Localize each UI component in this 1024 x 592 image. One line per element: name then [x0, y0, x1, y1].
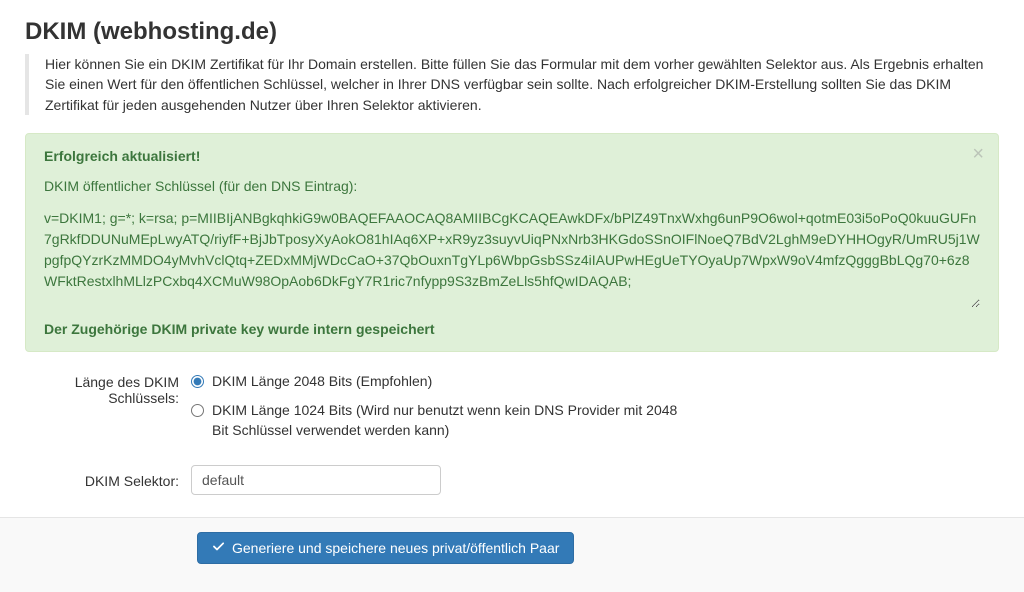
- close-icon[interactable]: ×: [972, 144, 984, 164]
- success-alert: × Erfolgreich aktualisiert! DKIM öffentl…: [25, 133, 999, 352]
- page-title: DKIM (webhosting.de): [25, 18, 999, 46]
- key-length-1024-option[interactable]: DKIM Länge 1024 Bits (Wird nur benutzt w…: [191, 401, 999, 440]
- intro-text: Hier können Sie ein DKIM Zertifikat für …: [25, 54, 999, 115]
- generate-button-label: Generiere und speichere neues privat/öff…: [232, 540, 559, 556]
- key-length-2048-text: DKIM Länge 2048 Bits (Empfohlen): [212, 372, 432, 392]
- key-length-label: Länge des DKIM Schlüssels:: [31, 372, 191, 406]
- check-icon: [212, 541, 226, 555]
- footer-bar: Generiere und speichere neues privat/öff…: [0, 517, 1024, 592]
- selector-label: DKIM Selektor:: [31, 471, 191, 489]
- key-length-2048-option[interactable]: DKIM Länge 2048 Bits (Empfohlen): [191, 372, 999, 392]
- key-length-1024-text: DKIM Länge 1024 Bits (Wird nur benutzt w…: [212, 401, 692, 440]
- generate-keypair-button[interactable]: Generiere und speichere neues privat/öff…: [197, 532, 574, 564]
- alert-subtitle: DKIM öffentlicher Schlüssel (für den DNS…: [44, 178, 980, 194]
- alert-footer: Der Zugehörige DKIM private key wurde in…: [44, 321, 980, 337]
- key-length-2048-radio[interactable]: [191, 375, 204, 388]
- dkim-public-key-textarea[interactable]: [44, 208, 980, 308]
- selector-input[interactable]: [191, 465, 441, 495]
- alert-title: Erfolgreich aktualisiert!: [44, 148, 980, 164]
- key-length-1024-radio[interactable]: [191, 404, 204, 417]
